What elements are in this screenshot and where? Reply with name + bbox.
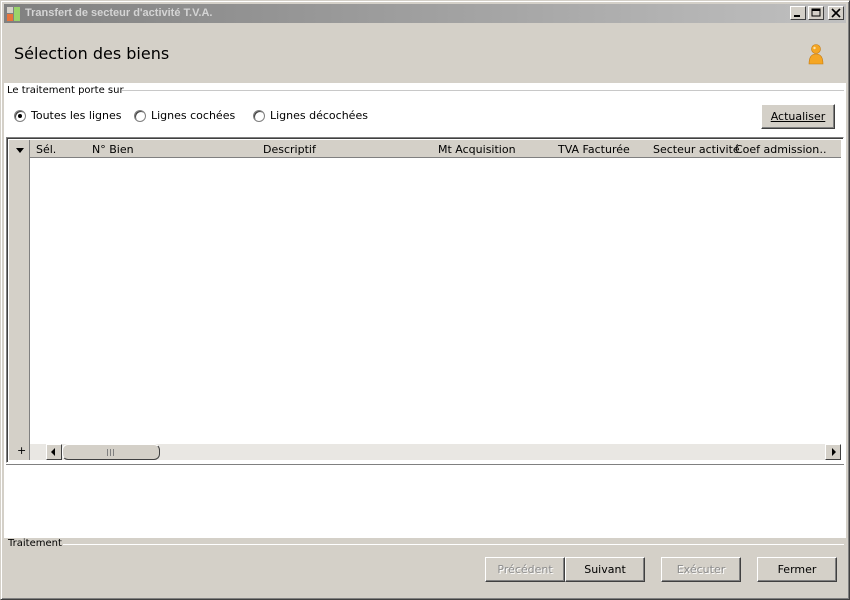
radio-all-lines[interactable]: Toutes les lignes bbox=[14, 109, 121, 122]
previous-button[interactable]: Précédent bbox=[485, 557, 565, 582]
execute-button[interactable]: Exécuter bbox=[661, 557, 741, 582]
minimize-button[interactable] bbox=[790, 6, 806, 20]
radio-unchecked-lines[interactable]: Lignes décochées bbox=[253, 109, 368, 122]
filter-group-divider bbox=[122, 90, 844, 91]
window-controls bbox=[790, 6, 844, 20]
main-panel: Le traitement porte sur Toutes les ligne… bbox=[4, 83, 846, 538]
close-dialog-button[interactable]: Fermer bbox=[757, 557, 837, 582]
scroll-right-button[interactable] bbox=[825, 444, 841, 460]
column-header-selection[interactable]: Sél. bbox=[36, 143, 56, 156]
refresh-button[interactable]: Actualiser bbox=[761, 104, 835, 129]
user-icon[interactable] bbox=[806, 43, 826, 65]
row-indicator-column: + bbox=[9, 140, 30, 460]
filter-group-label: Le traitement porte sur bbox=[7, 85, 124, 96]
page-header: Sélection des biens bbox=[4, 25, 846, 83]
close-icon bbox=[831, 8, 841, 18]
arrow-left-icon bbox=[51, 448, 55, 456]
add-row-button[interactable]: + bbox=[17, 445, 26, 457]
radio-unchecked-lines-label: Lignes décochées bbox=[270, 109, 368, 122]
grid-header: Sél. N° Bien Descriptif Mt Acquisition T… bbox=[30, 140, 841, 158]
arrow-right-icon bbox=[832, 448, 836, 456]
column-header-activity-sector[interactable]: Secteur activité bbox=[653, 143, 740, 156]
horizontal-scrollbar[interactable] bbox=[30, 444, 841, 460]
column-header-more[interactable]: ... bbox=[816, 143, 827, 156]
maximize-icon bbox=[811, 8, 821, 17]
grid-bottom-divider bbox=[6, 464, 844, 465]
window-title: Transfert de secteur d'activité T.V.A. bbox=[25, 7, 213, 19]
column-header-asset-number[interactable]: N° Bien bbox=[92, 143, 134, 156]
column-header-admission-coef[interactable]: Coef admission bbox=[735, 143, 819, 156]
application-window: Transfert de secteur d'activité T.V.A. S… bbox=[0, 0, 850, 600]
grip-icon bbox=[107, 449, 115, 456]
radio-unchecked-icon bbox=[253, 109, 265, 122]
filter-radio-group: Toutes les lignes Lignes cochées Lignes … bbox=[14, 109, 614, 125]
refresh-button-label: Actualiser bbox=[770, 110, 826, 123]
close-button[interactable] bbox=[828, 6, 844, 20]
page-title: Sélection des biens bbox=[14, 44, 170, 63]
app-icon bbox=[7, 7, 20, 21]
processing-group-label: Traitement bbox=[8, 538, 62, 549]
radio-checked-icon bbox=[14, 109, 26, 122]
column-header-vat-invoiced[interactable]: TVA Facturée bbox=[558, 143, 630, 156]
radio-unchecked-icon bbox=[134, 109, 146, 122]
radio-all-lines-label: Toutes les lignes bbox=[31, 109, 122, 122]
radio-checked-lines[interactable]: Lignes cochées bbox=[134, 109, 235, 122]
minimize-icon bbox=[794, 15, 800, 17]
scroll-left-button[interactable] bbox=[46, 444, 62, 460]
maximize-button[interactable] bbox=[808, 6, 824, 20]
processing-group-divider bbox=[63, 544, 844, 545]
footer-panel: Traitement Précédent Suivant Exécuter Fe… bbox=[4, 538, 846, 598]
next-button[interactable]: Suivant bbox=[565, 557, 645, 582]
assets-grid[interactable]: + Sél. N° Bien Descriptif Mt Acquisition… bbox=[6, 137, 844, 463]
scroll-thumb[interactable] bbox=[62, 444, 160, 460]
column-header-description[interactable]: Descriptif bbox=[263, 143, 316, 156]
title-bar[interactable]: Transfert de secteur d'activité T.V.A. bbox=[4, 4, 846, 23]
radio-checked-lines-label: Lignes cochées bbox=[151, 109, 236, 122]
column-header-acquisition-amount[interactable]: Mt Acquisition bbox=[438, 143, 516, 156]
chevron-down-icon[interactable] bbox=[16, 148, 24, 153]
